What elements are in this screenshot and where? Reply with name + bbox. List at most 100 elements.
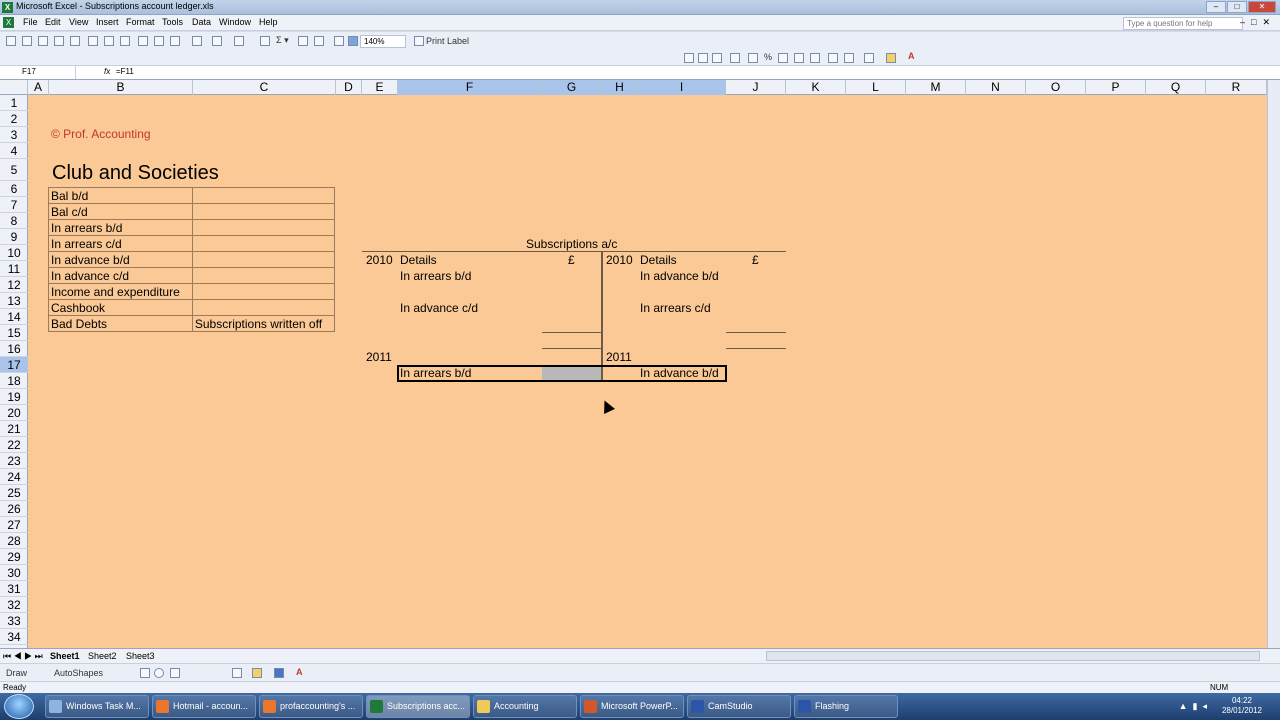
textbox-icon[interactable] [170,668,180,678]
table-cell[interactable]: Bal c/d [48,203,193,220]
autosum-icon[interactable]: Σ ▾ [276,35,289,46]
menu-window[interactable]: Window [219,17,251,27]
decrease-indent-icon[interactable] [828,53,838,63]
close-button[interactable]: ✕ [1248,1,1276,13]
worksheet-grid[interactable]: © Prof. Accounting Club and Societies Ba… [28,95,1267,648]
drawing-icon[interactable] [348,36,358,46]
paste-icon[interactable] [170,36,180,46]
align-center-icon[interactable] [698,53,708,63]
horizontal-scrollbar[interactable] [766,651,1260,661]
print-preview-icon[interactable] [104,36,114,46]
select-all-corner[interactable] [0,80,28,95]
taskbar-item[interactable]: profaccounting's ... [259,695,363,718]
chart-wizard-icon[interactable] [334,36,344,46]
taskbar-item[interactable]: Accounting [473,695,577,718]
undo-icon[interactable] [212,36,222,46]
menu-file[interactable]: File [23,17,38,27]
currency-icon[interactable] [748,53,758,63]
column-header[interactable]: Q [1146,80,1206,95]
row-header[interactable]: 33 [0,613,28,629]
selected-cell-g17[interactable] [542,367,601,380]
table-cell[interactable] [191,251,336,268]
column-header[interactable]: N [966,80,1026,95]
row-header[interactable]: 9 [0,229,28,245]
draw-menu-button[interactable]: Draw [6,668,27,678]
vertical-scrollbar[interactable] [1267,80,1280,648]
redo-icon[interactable] [234,36,244,46]
row-header[interactable]: 21 [0,421,28,437]
new-icon[interactable] [6,36,16,46]
picture-icon[interactable] [232,668,242,678]
menu-insert[interactable]: Insert [96,17,119,27]
table-cell[interactable]: Income and expenditure [48,283,193,300]
row-header[interactable]: 25 [0,485,28,501]
menu-format[interactable]: Format [126,17,155,27]
table-cell[interactable]: Cashbook [48,299,193,316]
menu-help[interactable]: Help [259,17,278,27]
menu-edit[interactable]: Edit [45,17,61,27]
row-header[interactable]: 5 [0,159,28,181]
research-icon[interactable] [414,36,424,46]
column-header[interactable]: E [362,80,398,95]
column-header[interactable]: I [638,80,726,95]
cut-icon[interactable] [138,36,148,46]
tab-scroll-icon[interactable]: ⏮ ◀ ▶ ⏭ [3,651,43,662]
column-header[interactable]: L [846,80,906,95]
comma-style-icon[interactable] [778,53,788,63]
borders-icon[interactable] [864,53,874,63]
spelling-icon[interactable] [120,36,130,46]
row-header[interactable]: 17 [0,357,28,373]
table-cell[interactable] [191,219,336,236]
email-icon[interactable] [70,36,80,46]
column-header[interactable]: J [726,80,786,95]
row-header[interactable]: 26 [0,501,28,517]
row-header[interactable]: 16 [0,341,28,357]
row-header[interactable]: 27 [0,517,28,533]
autoshapes-button[interactable]: AutoShapes [54,668,103,678]
column-header[interactable]: M [906,80,966,95]
clock[interactable]: 04:22 28/01/2012 [1222,696,1262,716]
row-header[interactable]: 32 [0,597,28,613]
table-cell[interactable] [191,187,336,204]
formula-input[interactable]: =F11 [116,67,134,76]
row-header[interactable]: 2 [0,111,28,127]
column-header[interactable]: B [49,80,193,95]
row-header[interactable]: 13 [0,293,28,309]
menu-view[interactable]: View [69,17,88,27]
percent-button[interactable]: % [764,52,772,62]
maximize-button[interactable]: □ [1227,1,1247,13]
align-left-icon[interactable] [684,53,694,63]
table-cell[interactable] [191,299,336,316]
fill-color-icon[interactable] [886,53,896,63]
row-header[interactable]: 29 [0,549,28,565]
row-header[interactable]: 1 [0,95,28,111]
row-header[interactable]: 3 [0,127,28,143]
row-header[interactable]: 12 [0,277,28,293]
oval-icon[interactable] [154,668,164,678]
column-header[interactable]: A [28,80,49,95]
font-color-icon[interactable]: A [908,51,915,61]
table-cell[interactable]: Bad Debts [48,315,193,332]
column-header[interactable]: O [1026,80,1086,95]
debit-bd-line[interactable]: In arrears b/d [400,365,471,381]
merge-center-icon[interactable] [730,53,740,63]
permission-icon[interactable] [54,36,64,46]
help-search-input[interactable]: Type a question for help [1123,17,1243,30]
row-header[interactable]: 31 [0,581,28,597]
draw-fill-color-icon[interactable] [252,668,262,678]
row-header[interactable]: 14 [0,309,28,325]
table-cell[interactable]: In arrears c/d [48,235,193,252]
row-header[interactable]: 34 [0,629,28,645]
column-header[interactable]: H [602,80,638,95]
tab-sheet2[interactable]: Sheet2 [88,651,117,661]
row-header[interactable]: 18 [0,373,28,389]
tab-sheet3[interactable]: Sheet3 [126,651,155,661]
print-label-button[interactable]: Print Label [426,36,469,46]
save-icon[interactable] [38,36,48,46]
open-icon[interactable] [22,36,32,46]
row-header[interactable]: 11 [0,261,28,277]
row-header[interactable]: 15 [0,325,28,341]
row-header[interactable]: 24 [0,469,28,485]
column-header[interactable]: R [1206,80,1267,95]
hyperlink-icon[interactable] [260,36,270,46]
